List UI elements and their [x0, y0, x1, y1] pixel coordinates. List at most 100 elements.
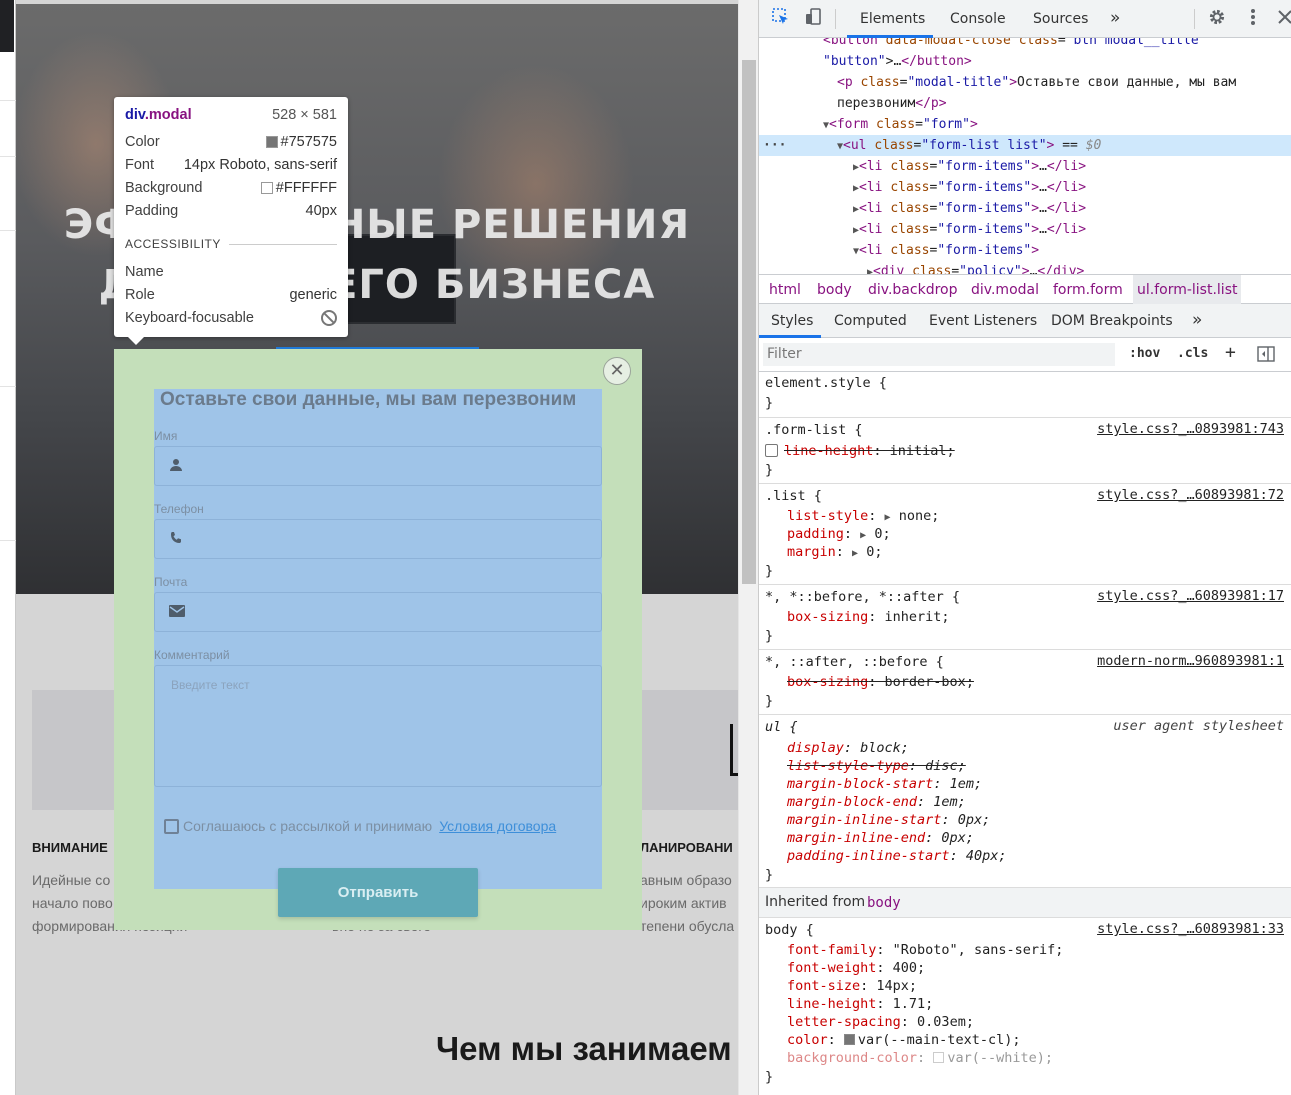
- node-actions-icon[interactable]: ···: [763, 135, 786, 156]
- rule-property[interactable]: box-sizing: border-box;: [787, 673, 974, 691]
- tab-sources[interactable]: Sources: [1033, 11, 1088, 27]
- rule-selector[interactable]: *, ::after, ::before {: [765, 653, 944, 671]
- agree-checkbox[interactable]: [164, 818, 179, 834]
- rule-selector[interactable]: .list {: [765, 487, 822, 505]
- rule-close: }: [765, 628, 774, 644]
- rule-property[interactable]: color: var(--main-text-cl);: [787, 1031, 1020, 1049]
- feature-text: авным образо: [640, 872, 732, 888]
- class-toggle[interactable]: .cls: [1177, 346, 1208, 361]
- dom-node-line[interactable]: ▶<li class="form-items">…</li>: [759, 156, 1291, 177]
- rule-property[interactable]: font-weight: 400;: [787, 959, 925, 977]
- inspect-element-icon[interactable]: [770, 8, 792, 30]
- breadcrumb-item[interactable]: ul.form-list.list: [1133, 275, 1242, 305]
- submit-button[interactable]: Отправить: [278, 868, 478, 917]
- color-swatch[interactable]: [933, 1052, 945, 1063]
- rule-source-link[interactable]: style.css?_…60893981:33: [1097, 921, 1284, 937]
- rule-property[interactable]: line-height: initial;: [765, 442, 955, 460]
- color-swatch[interactable]: [843, 1034, 855, 1045]
- rule-property[interactable]: font-size: 14px;: [787, 977, 917, 995]
- rule-selector[interactable]: *, *::before, *::after {: [765, 588, 960, 606]
- name-input[interactable]: [154, 446, 602, 486]
- tab-dom-breakpoints[interactable]: DOM Breakpoints: [1051, 313, 1173, 329]
- inherited-from-link[interactable]: body: [867, 895, 901, 911]
- edge-divider: [0, 540, 16, 541]
- terms-link[interactable]: Условия договора: [439, 818, 556, 834]
- rule-source-link[interactable]: style.css?_…60893981:72: [1097, 487, 1284, 503]
- tooltip-value: #FFFFFF: [275, 180, 337, 196]
- more-options-icon[interactable]: [1242, 8, 1264, 30]
- dom-node-line[interactable]: ▼<ul class="form-list list"> == $0 ···: [759, 135, 1291, 156]
- page-scrollbar[interactable]: [738, 0, 758, 1095]
- property-checkbox[interactable]: [765, 444, 778, 457]
- styles-filter-input[interactable]: Filter: [763, 343, 1115, 366]
- devtools-panel: Elements Console Sources » <button data-…: [758, 0, 1291, 1095]
- agree-row: Соглашаюсь с рассылкой и принимаю Услови…: [164, 818, 556, 834]
- breadcrumb-item[interactable]: body: [817, 282, 852, 298]
- tab-console[interactable]: Console: [950, 11, 1006, 27]
- dom-node-line[interactable]: ▼<li class="form-items">: [759, 240, 1291, 261]
- tooltip-class: .modal: [144, 107, 192, 123]
- breadcrumb-item[interactable]: div.backdrop: [868, 282, 957, 298]
- color-swatch: [260, 182, 273, 194]
- settings-gear-icon[interactable]: [1206, 8, 1228, 30]
- breadcrumb: html body div.backdrop div.modal form.form ul…: [759, 274, 1291, 305]
- phone-input[interactable]: [154, 519, 602, 559]
- rule-property[interactable]: letter-spacing: 0.03em;: [787, 1013, 974, 1031]
- rule-property[interactable]: list-style: ▶ none;: [787, 507, 939, 525]
- person-icon: [169, 458, 185, 474]
- dom-node-line[interactable]: ▶<li class="form-items">…</li>: [759, 219, 1291, 240]
- rule-selector[interactable]: element.style {: [765, 374, 887, 392]
- rule-property[interactable]: box-sizing: inherit;: [787, 608, 950, 626]
- rule-source-link[interactable]: style.css?_…60893981:17: [1097, 588, 1284, 604]
- dom-node-line[interactable]: ▶<div class="policy">…</div>: [759, 261, 1291, 274]
- rule-property[interactable]: font-family: "Roboto", sans-serif;: [787, 941, 1063, 959]
- rule-source-link[interactable]: style.css?_…0893981:743: [1097, 421, 1284, 437]
- more-tabs-button[interactable]: »: [1110, 8, 1120, 28]
- rule-close: }: [765, 867, 774, 883]
- breadcrumb-item[interactable]: html: [769, 282, 801, 298]
- hover-state-toggle[interactable]: :hov: [1129, 346, 1160, 361]
- tooltip-value: 40px: [305, 203, 337, 219]
- more-subtabs-button[interactable]: »: [1192, 310, 1202, 330]
- rule-property[interactable]: padding: ▶ 0;: [787, 525, 891, 543]
- edge-divider: [0, 156, 16, 157]
- rule-property[interactable]: background-color: var(--white);: [787, 1049, 1053, 1067]
- rule-close: }: [765, 1069, 774, 1085]
- tab-computed[interactable]: Computed: [834, 313, 907, 329]
- tooltip-tag: div: [125, 107, 145, 123]
- dom-node-line[interactable]: <button data-modal-close class="btn moda…: [759, 38, 1291, 51]
- dom-node-line[interactable]: перезвоним</p>: [759, 93, 1291, 114]
- breadcrumb-item[interactable]: form.form: [1053, 282, 1123, 298]
- dom-node-line[interactable]: ▶<li class="form-items">…</li>: [759, 198, 1291, 219]
- comment-textarea[interactable]: Введите текст: [154, 665, 602, 787]
- rule-selector[interactable]: .form-list {: [765, 421, 863, 439]
- toggle-sidebar-icon[interactable]: [1257, 346, 1275, 366]
- dom-node-line[interactable]: <p class="modal-title">Оставьте свои дан…: [759, 72, 1291, 93]
- breadcrumb-item[interactable]: div.modal: [971, 282, 1039, 298]
- new-style-rule-button[interactable]: +: [1225, 342, 1236, 363]
- name-label: Имя: [154, 429, 178, 443]
- dom-node-line[interactable]: "button">…</button>: [759, 51, 1291, 72]
- tooltip-size: 528 × 581: [272, 107, 337, 123]
- rule-selector[interactable]: body {: [765, 921, 814, 939]
- tooltip-key: Keyboard-focusable: [125, 310, 254, 326]
- device-toolbar-icon[interactable]: [803, 8, 825, 30]
- tab-event-listeners[interactable]: Event Listeners: [929, 313, 1037, 329]
- tab-elements[interactable]: Elements: [860, 11, 925, 27]
- agree-text: Соглашаюсь с рассылкой и принимаю: [183, 818, 433, 834]
- rule-selector[interactable]: ul {: [765, 718, 798, 736]
- rule-property[interactable]: line-height: 1.71;: [787, 995, 933, 1013]
- dom-node-line[interactable]: ▶<li class="form-items">…</li>: [759, 177, 1291, 198]
- style-rule: body { style.css?_…60893981:33 font-fami…: [759, 918, 1291, 1095]
- close-devtools-icon[interactable]: [1274, 8, 1291, 30]
- rule-property[interactable]: margin: ▶ 0;: [787, 543, 882, 561]
- email-input[interactable]: [154, 592, 602, 632]
- dom-node-line[interactable]: ▼<form class="form">: [759, 114, 1291, 135]
- modal-close-button[interactable]: ✕: [603, 357, 631, 385]
- rule-close: }: [765, 462, 774, 478]
- tab-styles[interactable]: Styles: [771, 313, 813, 329]
- tooltip-row: Background #FFFFFF: [125, 180, 337, 196]
- scrollbar-thumb[interactable]: [742, 60, 756, 584]
- tooltip-row: Role generic: [125, 287, 337, 303]
- rule-source-link[interactable]: modern-norm…960893981:1: [1097, 653, 1284, 669]
